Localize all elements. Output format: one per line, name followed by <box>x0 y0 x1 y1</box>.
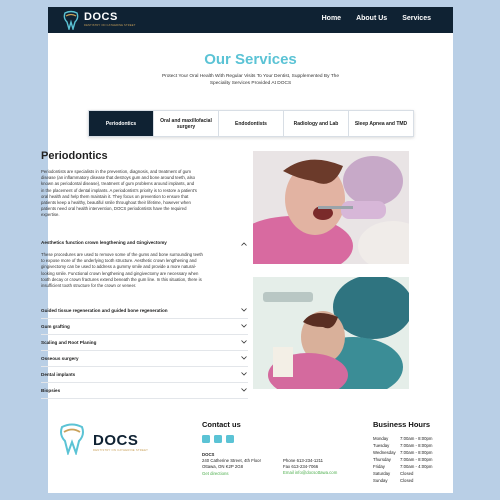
hours-day: Saturday <box>373 471 391 476</box>
directions-link[interactable]: Get directions <box>202 471 282 477</box>
hours-day: Sunday <box>373 478 388 483</box>
accordion-item-label: Osseous surgery <box>41 356 79 361</box>
accordion-item-label: Biopsies <box>41 388 61 393</box>
chevron-down-icon[interactable] <box>241 388 247 392</box>
instagram-icon[interactable] <box>214 435 222 443</box>
dental-chair-illustration <box>253 277 409 389</box>
hours-day: Wednesday <box>373 450 396 455</box>
footer-address: DOCS 240 Catherine Street, 4th Floor Ott… <box>202 452 282 477</box>
accordion-item[interactable]: Biopsies <box>41 383 248 399</box>
chevron-down-icon[interactable] <box>241 308 247 312</box>
accordion-item[interactable]: Guided tissue regeneration and guided bo… <box>41 303 248 319</box>
hours-day: Friday <box>373 464 385 469</box>
hours-row: Thursday 7:00am - 8:00pm <box>373 456 443 463</box>
footer-logo-tagline: DENTISTRY ON CATHERINE STREET <box>93 448 149 452</box>
tab-oral-surgery[interactable]: Oral and maxillofacial surgery <box>154 111 219 136</box>
hours-row: Friday 7:00am - 4:00pm <box>373 463 443 470</box>
page-subtitle: Protect Your Oral Health With Regular Vi… <box>161 74 340 86</box>
hours-row: Saturday Closed <box>373 470 443 477</box>
page-title: Our Services <box>204 51 297 68</box>
footer-phone: Phone 613-234-1211 Fax 613-234-7066 Emai… <box>283 458 363 477</box>
facebook-icon[interactable] <box>202 435 210 443</box>
top-navbar: DOCS DENTISTRY ON CATHERINE STREET Home … <box>48 7 453 33</box>
dental-exam-photo <box>253 151 409 264</box>
footer-logo-text[interactable]: DOCS <box>93 432 138 449</box>
hours-time: 7:00am - 8:00pm <box>400 443 433 448</box>
accordion-item-label: Guided tissue regeneration and guided bo… <box>41 308 168 313</box>
accordion-open-title: Aesthetics function crown lengthening an… <box>41 240 167 245</box>
footer-tooth-logo-icon[interactable] <box>58 422 86 455</box>
hours-row: Wednesday 7:00am - 8:00pm <box>373 449 443 456</box>
accordion-item-label: Dental implants <box>41 372 76 377</box>
hours-day: Monday <box>373 436 389 441</box>
accordion-item-label: Gum grafting <box>41 324 70 329</box>
accordion-list: Guided tissue regeneration and guided bo… <box>41 303 248 399</box>
dental-chair-photo <box>253 277 409 389</box>
logo-text[interactable]: DOCS <box>84 11 118 23</box>
hours-row: Monday 7:00am - 8:00pm <box>373 435 443 442</box>
social-links <box>202 435 234 443</box>
hours-row: Tuesday 7:00am - 8:00pm <box>373 442 443 449</box>
hours-day: Thursday <box>373 457 391 462</box>
email-link[interactable]: Email info@docsottawa.com <box>283 470 363 476</box>
hours-time: 7:00am - 4:00pm <box>400 464 433 469</box>
nav-home[interactable]: Home <box>322 15 341 22</box>
hours-title: Business Hours <box>373 420 431 429</box>
tab-periodontics[interactable]: Periodontics <box>89 111 154 136</box>
accordion-open-body: These procedures are used to remove some… <box>41 252 203 289</box>
tab-endodontists[interactable]: Endodontists <box>219 111 284 136</box>
tooth-logo-icon[interactable] <box>62 10 80 30</box>
hours-day: Tuesday <box>373 443 390 448</box>
logo-tagline: DENTISTRY ON CATHERINE STREET <box>84 24 136 27</box>
hours-time: 7:00am - 8:00pm <box>400 450 433 455</box>
accordion-item[interactable]: Osseous surgery <box>41 351 248 367</box>
section-title: Periodontics <box>41 150 108 162</box>
hours-row: Sunday Closed <box>373 477 443 484</box>
tab-sleep-apnea[interactable]: Sleep Apnea and TMD <box>349 111 413 136</box>
hours-time: Closed <box>400 478 414 483</box>
dental-exam-illustration <box>253 151 409 264</box>
chevron-down-icon[interactable] <box>241 372 247 376</box>
hours-time: 7:00am - 8:00pm <box>400 457 433 462</box>
section-body: Periodontists are specialists in the pre… <box>41 169 197 218</box>
tab-radiology-lab[interactable]: Radiology and Lab <box>284 111 349 136</box>
chevron-up-icon[interactable] <box>241 242 247 246</box>
service-tabs: Periodontics Oral and maxillofacial surg… <box>88 110 414 137</box>
main-nav: Home About Us Services <box>322 15 431 22</box>
hours-time: Closed <box>400 471 414 476</box>
accordion-item-label: Scaling and Root Planing <box>41 340 97 345</box>
hours-time: 7:00am - 8:00pm <box>400 436 433 441</box>
chevron-down-icon[interactable] <box>241 340 247 344</box>
nav-services[interactable]: Services <box>402 15 431 22</box>
business-hours: Monday 7:00am - 8:00pm Tuesday 7:00am - 8:… <box>373 435 443 484</box>
accordion-item[interactable]: Gum grafting <box>41 319 248 335</box>
twitter-icon[interactable] <box>226 435 234 443</box>
chevron-down-icon[interactable] <box>241 324 247 328</box>
chevron-down-icon[interactable] <box>241 356 247 360</box>
nav-about-us[interactable]: About Us <box>356 15 387 22</box>
accordion-open-header[interactable]: Aesthetics function crown lengthening an… <box>41 240 248 248</box>
contact-title: Contact us <box>202 420 241 429</box>
accordion-item[interactable]: Scaling and Root Planing <box>41 335 248 351</box>
accordion-item[interactable]: Dental implants <box>41 367 248 383</box>
